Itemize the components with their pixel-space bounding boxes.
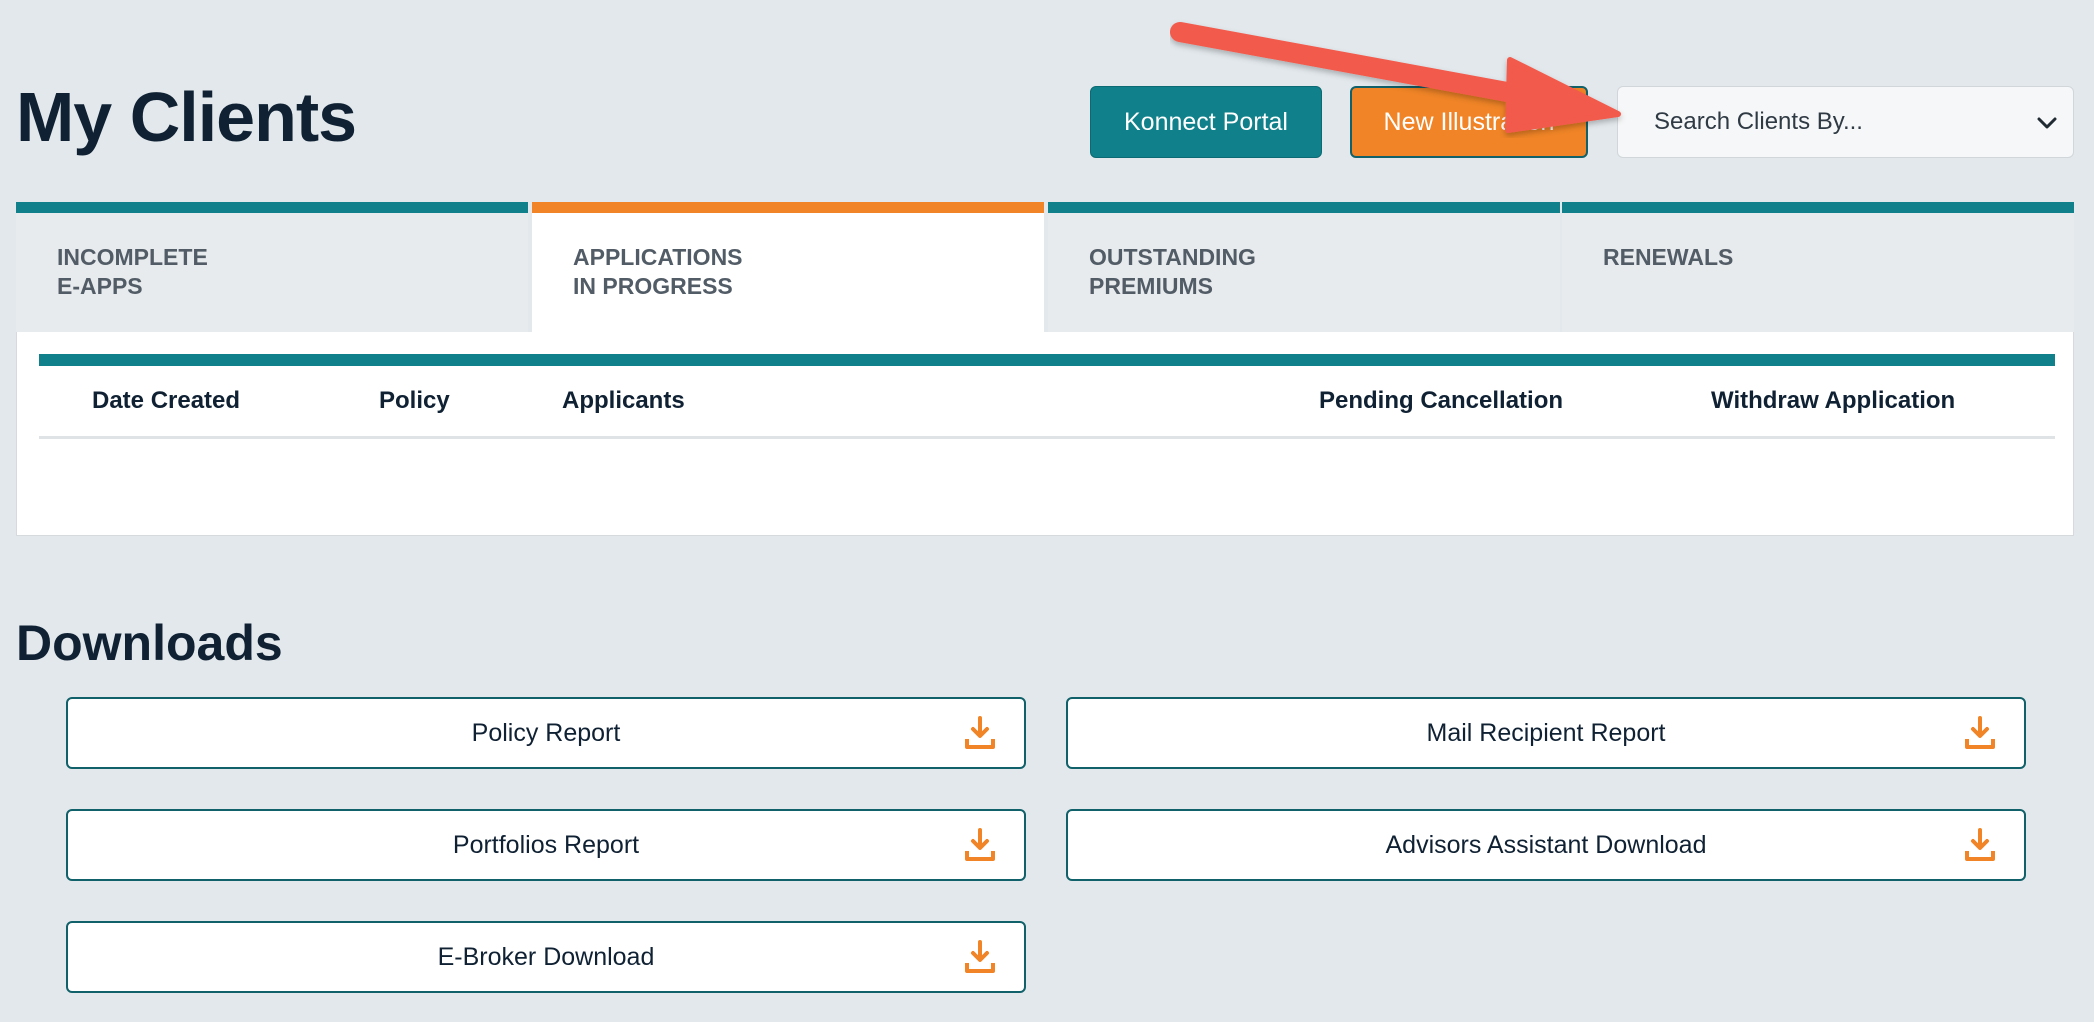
search-clients-select[interactable]: Search Clients By... (1617, 86, 2074, 158)
tab-label-line1: RENEWALS (1603, 244, 1734, 270)
download-label: Mail Recipient Report (1426, 718, 1666, 747)
page-title: My Clients (16, 78, 357, 156)
policy-report-download-button[interactable]: Policy Report (66, 697, 1026, 769)
tab-label-line2: E-APPS (57, 273, 143, 299)
table-header-divider (39, 436, 2055, 439)
download-label: Policy Report (471, 718, 621, 747)
download-icon (1965, 828, 1995, 861)
mail-recipient-report-download-button[interactable]: Mail Recipient Report (1066, 697, 2026, 769)
tab-renewals[interactable]: RENEWALS (1562, 202, 2074, 333)
applications-table-panel: Date Created Policy Applicants Pending C… (16, 332, 2074, 536)
download-icon (1965, 716, 1995, 749)
tab-label-line2: IN PROGRESS (573, 273, 733, 299)
chevron-down-icon (2037, 117, 2057, 129)
new-illustration-button[interactable]: New Illustration (1350, 86, 1588, 158)
tab-incomplete-e-apps[interactable]: INCOMPLETE E-APPS (16, 202, 528, 333)
tab-label-line1: OUTSTANDING (1089, 244, 1256, 270)
tab-label-line2: PREMIUMS (1089, 273, 1213, 299)
my-clients-page: My Clients Konnect Portal New Illustrati… (0, 0, 2094, 1022)
column-header-date-created[interactable]: Date Created (92, 387, 240, 415)
konnect-portal-button[interactable]: Konnect Portal (1090, 86, 1322, 158)
column-header-policy[interactable]: Policy (379, 387, 450, 415)
downloads-title: Downloads (16, 615, 283, 671)
search-select-value: Search Clients By... (1654, 108, 1863, 135)
download-icon (965, 828, 995, 861)
tab-label-line1: APPLICATIONS (573, 244, 743, 270)
tab-applications-in-progress[interactable]: APPLICATIONS IN PROGRESS (532, 202, 1044, 333)
download-icon (965, 716, 995, 749)
client-tabs: INCOMPLETE E-APPS APPLICATIONS IN PROGRE… (16, 202, 2074, 333)
tab-outstanding-premiums[interactable]: OUTSTANDING PREMIUMS (1048, 202, 1560, 333)
column-header-pending-cancellation[interactable]: Pending Cancellation (1319, 387, 1563, 415)
download-label: Advisors Assistant Download (1385, 830, 1707, 859)
tab-label-line1: INCOMPLETE (57, 244, 208, 270)
e-broker-download-button[interactable]: E-Broker Download (66, 921, 1026, 993)
table-header-bar (39, 354, 2055, 366)
column-header-withdraw-application[interactable]: Withdraw Application (1711, 387, 1955, 415)
portfolios-report-download-button[interactable]: Portfolios Report (66, 809, 1026, 881)
advisors-assistant-download-button[interactable]: Advisors Assistant Download (1066, 809, 2026, 881)
download-label: E-Broker Download (437, 942, 655, 971)
download-icon (965, 940, 995, 973)
download-label: Portfolios Report (452, 830, 640, 859)
column-header-applicants[interactable]: Applicants (562, 387, 685, 415)
